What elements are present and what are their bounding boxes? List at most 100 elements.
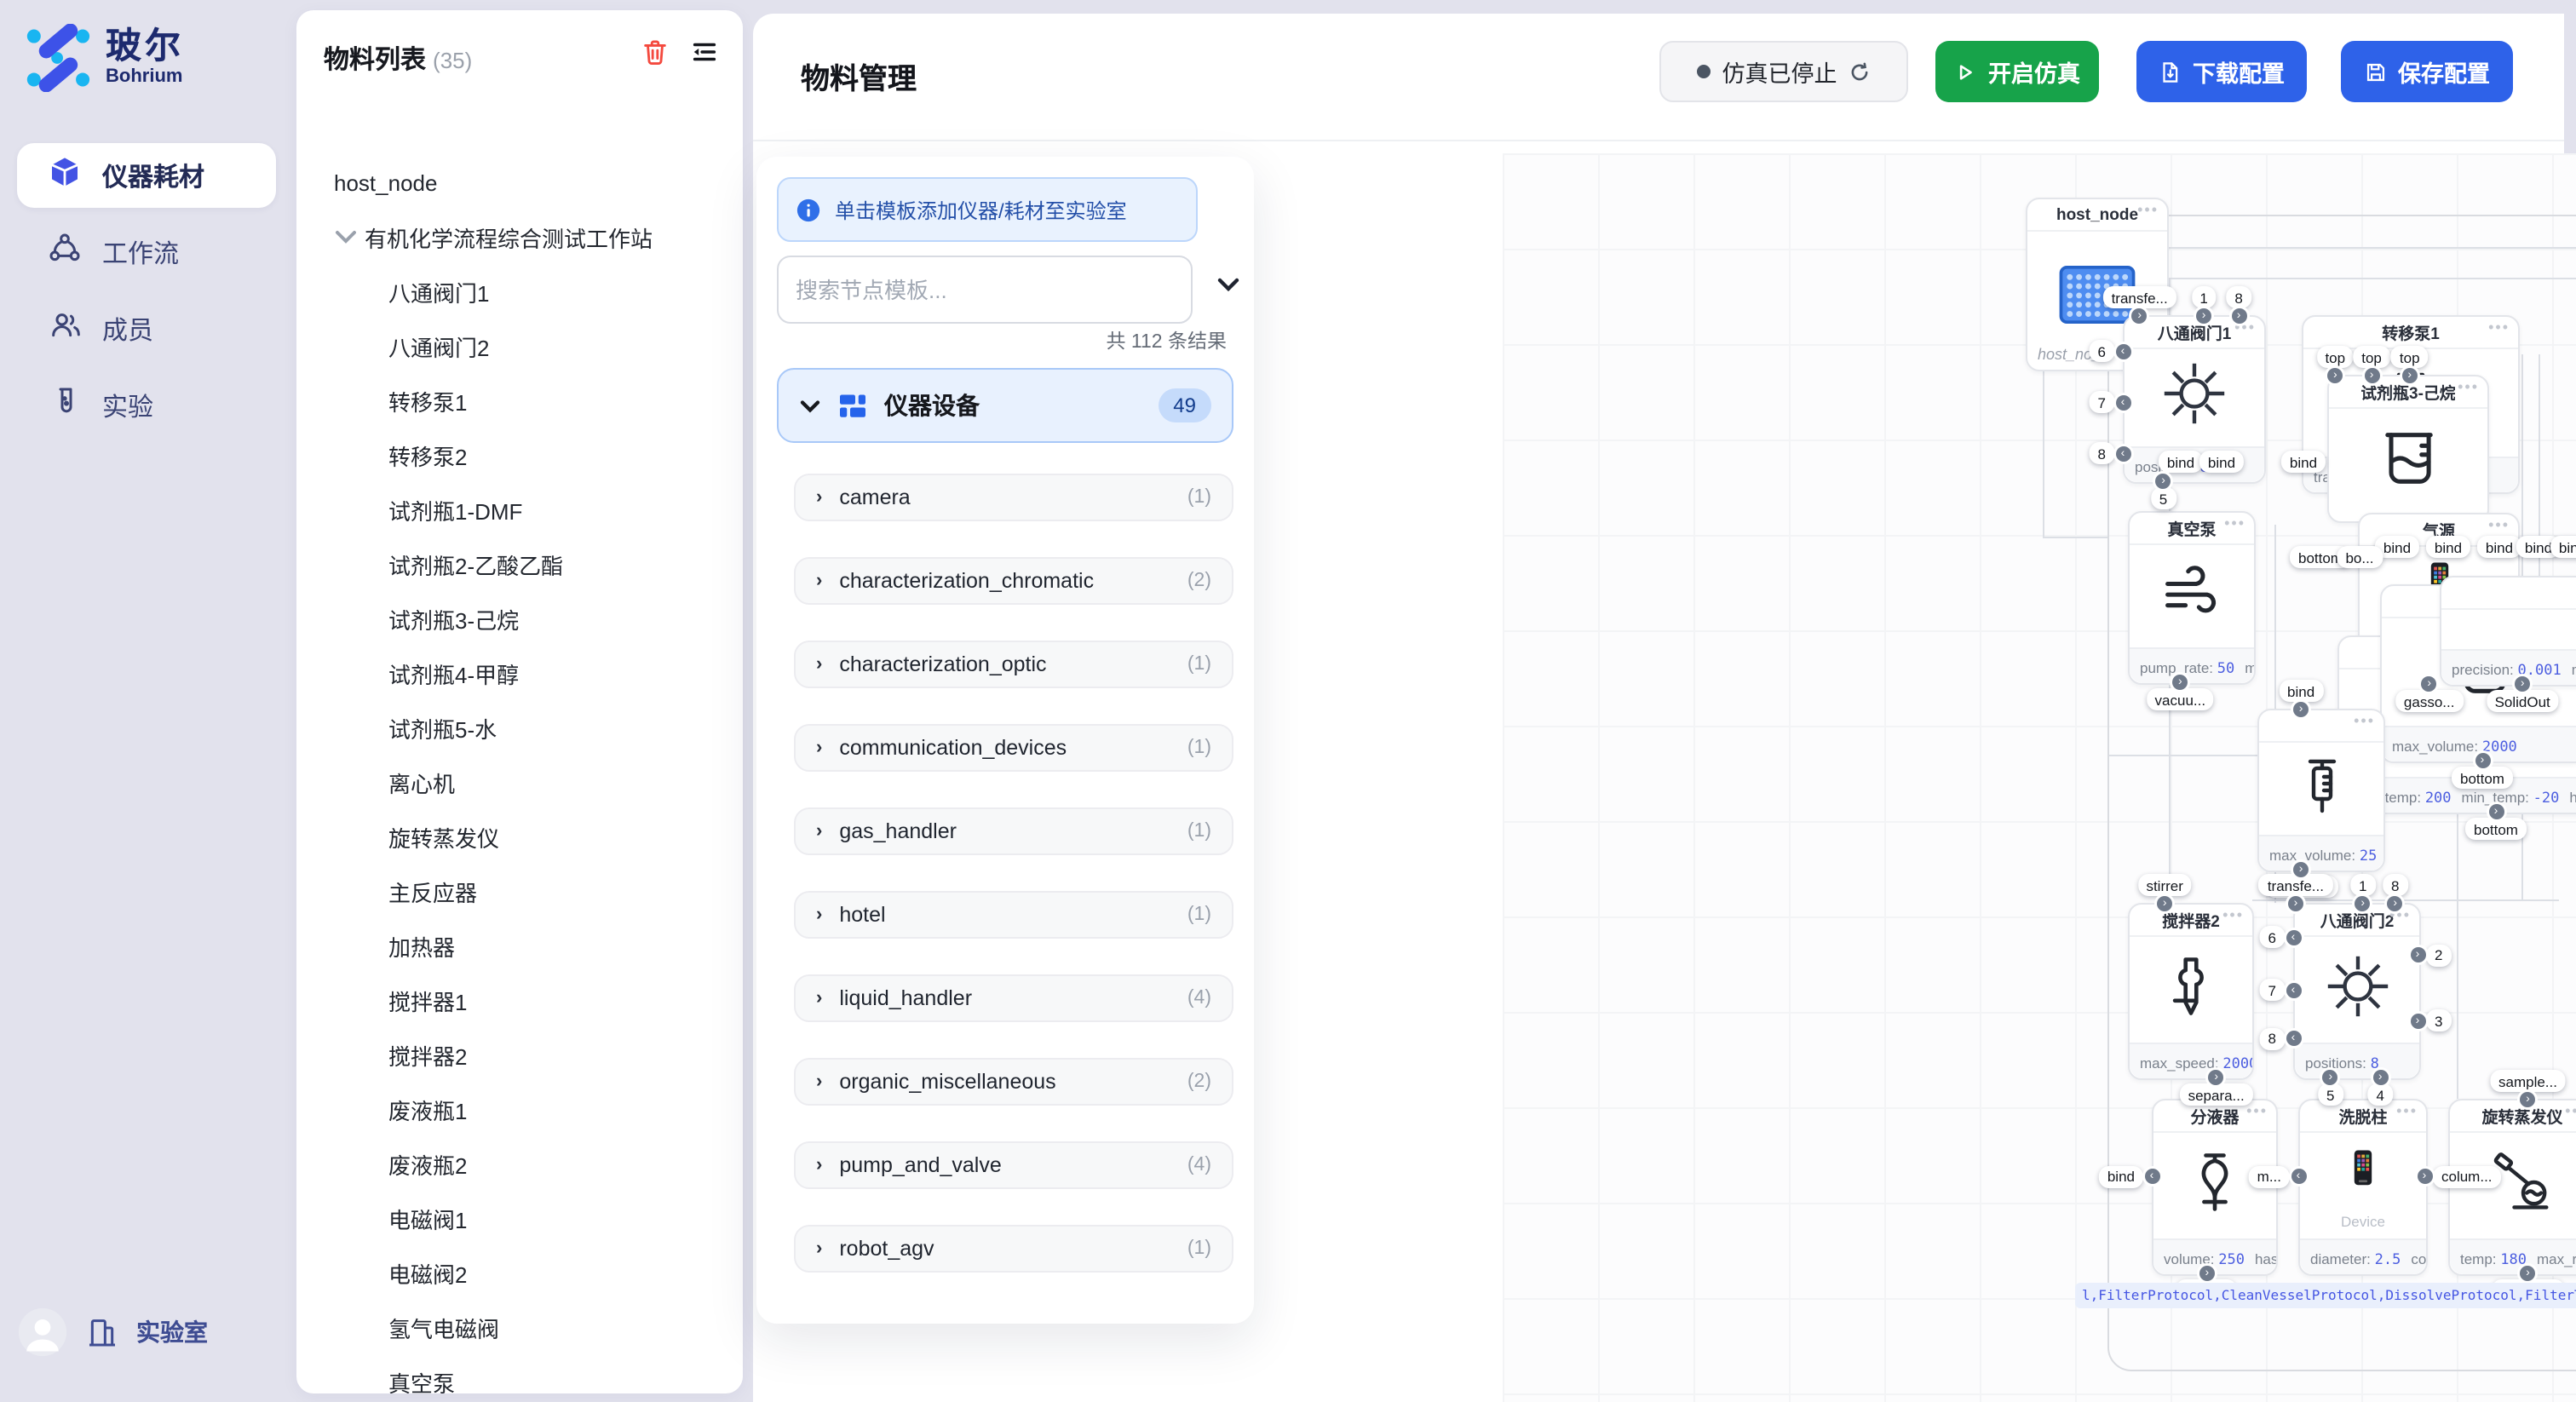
port-pill[interactable]: m... (2249, 1166, 2290, 1188)
port-pill[interactable]: top (2353, 346, 2390, 368)
canvas-node[interactable]: 试剂瓶3-己烷••• (2327, 375, 2489, 523)
port-pill[interactable]: 1 (2191, 286, 2216, 308)
port-pill[interactable]: 5 (2151, 487, 2176, 509)
port-pill[interactable]: bottom (2452, 767, 2513, 789)
tree-item[interactable]: 转移泵2 (296, 428, 743, 482)
port-pill[interactable]: 6 (2090, 341, 2114, 363)
port-pill[interactable]: 8 (2226, 286, 2251, 308)
port-connector[interactable]: › (2293, 861, 2309, 876)
node-menu-icon[interactable]: ••• (2565, 1102, 2576, 1119)
tree-item[interactable]: 转移泵1 (296, 373, 743, 428)
port-pill[interactable]: bind (2199, 451, 2244, 473)
tree-item[interactable]: 电磁阀1 (296, 1191, 743, 1245)
port-connector[interactable]: › (2475, 752, 2490, 767)
chevron-down-icon[interactable] (334, 225, 358, 249)
port-pill[interactable]: 6 (2260, 927, 2285, 949)
port-pill[interactable]: bind (2281, 451, 2326, 473)
collapse-list-icon[interactable] (690, 37, 719, 66)
port-connector[interactable]: › (2364, 367, 2379, 382)
port-connector[interactable]: › (2199, 1265, 2215, 1280)
tree-item[interactable]: 废液瓶2 (296, 1136, 743, 1191)
tree-item[interactable]: 旋转蒸发仪 (296, 809, 743, 864)
category-row-pump_and_valve[interactable]: ›pump_and_valve(4) (794, 1141, 1233, 1189)
category-row-robot_agv[interactable]: ›robot_agv(1) (794, 1225, 1233, 1273)
port-connector[interactable]: › (2288, 895, 2303, 911)
port-connector[interactable]: › (2196, 307, 2211, 323)
simulation-status-pill[interactable]: 仿真已停止 (1659, 41, 1908, 102)
port-connector[interactable]: ‹ (2286, 1031, 2301, 1046)
avatar[interactable] (17, 1307, 68, 1358)
sidebar-item-2[interactable]: 工作流 (17, 220, 276, 284)
tree-item[interactable]: 废液瓶1 (296, 1082, 743, 1136)
category-row-hotel[interactable]: ›hotel(1) (794, 891, 1233, 939)
canvas-node[interactable]: 洗脱柱•••Devicediameter: 2.5column_type: si (2298, 1099, 2428, 1276)
category-row-communication_devices[interactable]: ›communication_devices(1) (794, 724, 1233, 772)
port-pill[interactable]: top (2316, 346, 2354, 368)
port-pill[interactable]: 3 (2426, 1010, 2451, 1032)
port-connector[interactable]: ‹ (2286, 982, 2301, 997)
port-pill[interactable]: separa... (2180, 1083, 2253, 1106)
tree-item[interactable]: 氢气电磁阀 (296, 1300, 743, 1354)
port-pill[interactable]: gasso... (2395, 690, 2464, 712)
port-pill[interactable]: bind (2426, 536, 2470, 558)
node-menu-icon[interactable]: ••• (2246, 1102, 2268, 1119)
delete-icon[interactable] (641, 37, 670, 66)
save-config-button[interactable]: 保存配置 (2341, 41, 2513, 102)
port-pill[interactable]: colum... (2433, 1166, 2501, 1188)
port-pill[interactable]: bind (2159, 451, 2203, 473)
tree-item[interactable]: 搅拌器1 (296, 973, 743, 1027)
sidebar-item-1[interactable]: 仪器耗材 (17, 143, 276, 208)
refresh-icon[interactable] (1849, 60, 1872, 83)
search-input[interactable] (777, 256, 1193, 324)
port-pill[interactable]: 2 (2426, 944, 2451, 966)
port-pill[interactable]: 1 (2350, 874, 2375, 896)
port-pill[interactable]: 4 (2367, 1083, 2392, 1106)
canvas-node[interactable]: 真空泵•••pump_rate: 50max_vacuum: 0.1 (2128, 511, 2256, 685)
port-pill[interactable]: transfe... (2103, 286, 2176, 308)
node-menu-icon[interactable]: ••• (2396, 1102, 2418, 1119)
category-row-characterization_chromatic[interactable]: ›characterization_chromatic(2) (794, 557, 1233, 605)
category-row-gas_handler[interactable]: ›gas_handler(1) (794, 807, 1233, 855)
tree-item[interactable]: 离心机 (296, 755, 743, 809)
port-pill[interactable]: 8 (2260, 1027, 2285, 1049)
tree-item[interactable]: 搅拌器2 (296, 1027, 743, 1082)
port-pill[interactable]: bo... (2337, 546, 2382, 568)
canvas-node[interactable]: 搅拌器2•••max_speed: 2000 (2128, 903, 2254, 1080)
port-pill[interactable]: bind (2550, 536, 2576, 558)
port-pill[interactable]: stirrer (2137, 874, 2191, 896)
port-pill[interactable]: SolidOut (2487, 690, 2559, 712)
node-menu-icon[interactable]: ••• (2458, 378, 2479, 395)
port-pill[interactable]: 8 (2383, 874, 2407, 896)
port-connector[interactable]: ‹ (2115, 395, 2130, 411)
canvas-node[interactable]: •••precision: 0.001max_capacity: 10 (2440, 576, 2576, 687)
port-connector[interactable]: › (2488, 803, 2504, 819)
device-group-header[interactable]: 仪器设备 49 (777, 368, 1233, 443)
tree-item[interactable]: 试剂瓶1-DMF (296, 482, 743, 537)
sidebar-item-3[interactable]: 成员 (17, 296, 276, 361)
download-config-button[interactable]: 下载配置 (2136, 41, 2307, 102)
tree-item[interactable]: 主反应器 (296, 864, 743, 918)
port-pill[interactable]: bind (2099, 1166, 2143, 1188)
node-menu-icon[interactable]: ••• (2354, 712, 2375, 729)
category-row-liquid_handler[interactable]: ›liquid_handler(4) (794, 974, 1233, 1022)
port-pill[interactable]: bind (2477, 536, 2521, 558)
node-menu-icon[interactable]: ••• (2224, 514, 2245, 531)
port-pill[interactable]: sample... (2490, 1070, 2566, 1092)
port-connector[interactable]: › (2293, 701, 2309, 716)
category-row-camera[interactable]: ›camera(1) (794, 474, 1233, 521)
start-simulation-button[interactable]: 开启仿真 (1935, 41, 2099, 102)
tree-item[interactable]: 试剂瓶5-水 (296, 700, 743, 755)
canvas-node[interactable]: 八通阀门2•••positions: 8 (2293, 903, 2421, 1080)
lab-entry[interactable]: 实验室 (136, 1315, 208, 1349)
port-pill[interactable]: bind (2279, 680, 2323, 702)
category-row-organic_miscellaneous[interactable]: ›organic_miscellaneous(2) (794, 1058, 1233, 1106)
tree-item[interactable]: 加热器 (296, 918, 743, 973)
tree-item[interactable]: host_node (296, 155, 743, 210)
tree-item[interactable]: 八通阀门1 (296, 264, 743, 319)
port-connector[interactable]: ‹ (2115, 446, 2130, 462)
node-menu-icon[interactable]: ••• (2137, 201, 2159, 218)
port-pill[interactable]: 7 (2090, 392, 2114, 414)
canvas-node[interactable]: •••max_volume: 25transfer_rate: 10 (2257, 709, 2385, 872)
sidebar-item-4[interactable]: 实验 (17, 373, 276, 438)
port-pill[interactable]: transfe... (2259, 874, 2332, 896)
